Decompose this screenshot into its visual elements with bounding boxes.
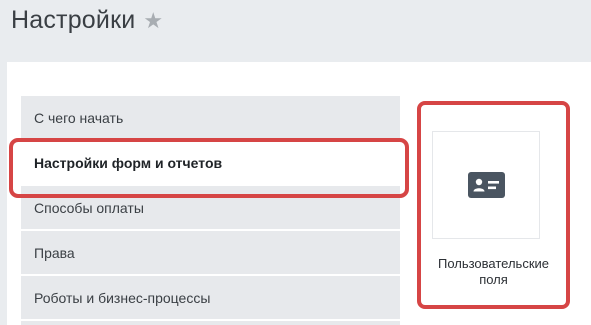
star-icon[interactable]: ★: [143, 9, 163, 32]
menu-item-forms-reports[interactable]: Настройки форм и отчетов: [9, 138, 409, 198]
custom-fields-label-line2: поля: [479, 272, 508, 287]
menu-item-label: Способы оплаты: [34, 199, 144, 216]
menu-item-robots-bp[interactable]: Роботы и бизнес-процессы: [21, 276, 400, 319]
menu-item-getting-started[interactable]: С чего начать: [21, 96, 400, 139]
custom-fields-tile[interactable]: [432, 131, 540, 239]
menu-item-label: Права: [34, 244, 75, 261]
menu-item-label: Настройки форм и отчетов: [34, 154, 223, 171]
settings-menu: С чего начать Настройки форм и отчетов С…: [9, 96, 409, 325]
menu-item-label: С чего начать: [34, 109, 124, 126]
menu-item-next[interactable]: [21, 321, 400, 325]
id-card-icon: [467, 172, 505, 198]
page-title-text: Настройки: [11, 6, 136, 34]
page-title: Настройки ★: [11, 6, 163, 35]
menu-item-label: Роботы и бизнес-процессы: [34, 289, 211, 306]
custom-fields-label-line1: Пользовательские: [437, 256, 550, 271]
page-header: Настройки ★: [0, 0, 591, 62]
menu-item-rights[interactable]: Права: [21, 231, 400, 274]
custom-fields-label[interactable]: Пользовательские поля: [419, 256, 568, 288]
